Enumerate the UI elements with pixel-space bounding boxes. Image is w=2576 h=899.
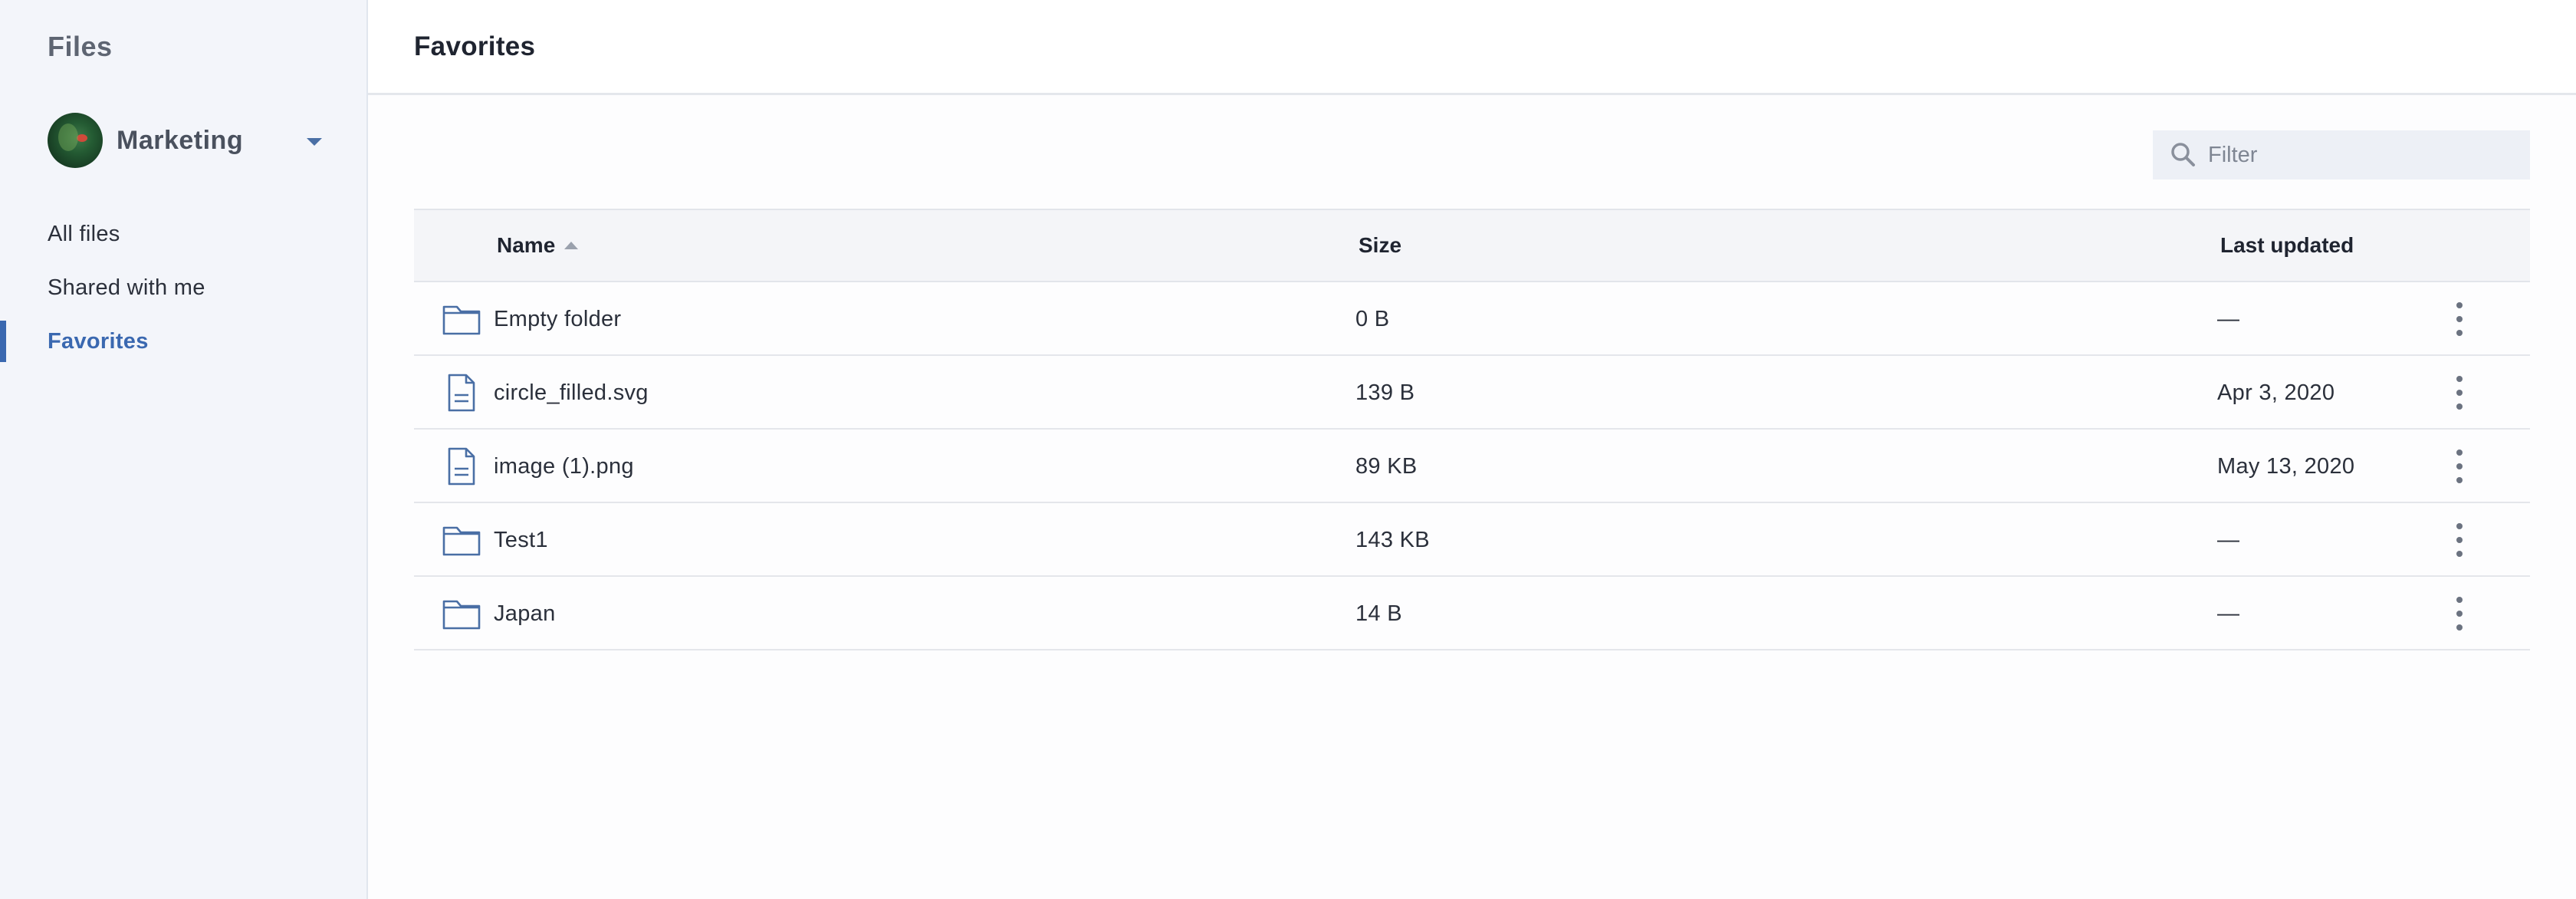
column-header-name-label: Name <box>497 233 556 257</box>
sidebar-item-all-files[interactable]: All files <box>0 207 366 261</box>
file-size: 14 B <box>1355 601 1402 626</box>
column-header-size[interactable]: Size <box>1359 233 1401 258</box>
file-name: Japan <box>494 601 556 626</box>
table-row[interactable]: circle_filled.svg 139 B Apr 3, 2020 <box>414 356 2530 430</box>
file-size: 89 KB <box>1355 454 1418 479</box>
file-last-updated: Apr 3, 2020 <box>2217 380 2335 405</box>
folder-icon <box>440 503 483 577</box>
document-icon <box>440 430 483 503</box>
sidebar-item-favorites[interactable]: Favorites <box>0 314 366 368</box>
table-body: Empty folder 0 B — circle_filled.svg 139… <box>414 282 2530 650</box>
folder-icon <box>440 577 483 650</box>
overflow-menu-icon[interactable] <box>2438 430 2481 503</box>
overflow-menu-icon[interactable] <box>2438 503 2481 577</box>
file-name: image (1).png <box>494 454 634 479</box>
file-last-updated: — <box>2217 528 2240 552</box>
sidebar-title: Files <box>48 31 113 62</box>
page-header: Favorites <box>368 0 2576 95</box>
sidebar: Files Marketing All files Shared with me… <box>0 0 368 899</box>
file-size: 0 B <box>1355 307 1390 331</box>
page-title: Favorites <box>414 31 536 61</box>
search-icon <box>2171 143 2195 166</box>
table-row[interactable]: image (1).png 89 KB May 13, 2020 <box>414 430 2530 503</box>
document-icon <box>440 356 483 430</box>
file-name: circle_filled.svg <box>494 380 649 405</box>
sidebar-nav: All files Shared with me Favorites <box>0 207 366 368</box>
column-header-last-updated[interactable]: Last updated <box>2220 233 2354 258</box>
file-size: 143 KB <box>1355 528 1430 552</box>
table-header: Name Size Last updated <box>414 209 2530 282</box>
folder-icon <box>440 282 483 356</box>
files-table: Name Size Last updated Empty folder 0 B … <box>414 209 2530 650</box>
workspace-avatar <box>48 113 103 168</box>
file-name: Test1 <box>494 528 548 552</box>
workspace-selector[interactable]: Marketing <box>48 112 324 169</box>
workspace-name: Marketing <box>117 125 244 155</box>
table-row[interactable]: Empty folder 0 B — <box>414 282 2530 356</box>
table-row[interactable]: Test1 143 KB — <box>414 503 2530 577</box>
table-row[interactable]: Japan 14 B — <box>414 577 2530 650</box>
column-header-name[interactable]: Name <box>497 233 579 258</box>
filter-box[interactable] <box>2153 130 2530 179</box>
overflow-menu-icon[interactable] <box>2438 356 2481 430</box>
sort-ascending-icon <box>564 242 579 249</box>
filter-input[interactable] <box>2208 142 2515 168</box>
file-last-updated: — <box>2217 307 2240 331</box>
file-name: Empty folder <box>494 307 622 331</box>
overflow-menu-icon[interactable] <box>2438 282 2481 356</box>
app-window: Files Marketing All files Shared with me… <box>0 0 2576 899</box>
sidebar-item-shared-with-me[interactable]: Shared with me <box>0 261 366 314</box>
file-size: 139 B <box>1355 380 1415 405</box>
main-content: Favorites Name Size Last updated Empty f… <box>368 0 2576 899</box>
overflow-menu-icon[interactable] <box>2438 577 2481 650</box>
chevron-down-icon[interactable] <box>307 138 322 146</box>
file-last-updated: — <box>2217 601 2240 626</box>
file-last-updated: May 13, 2020 <box>2217 454 2355 479</box>
